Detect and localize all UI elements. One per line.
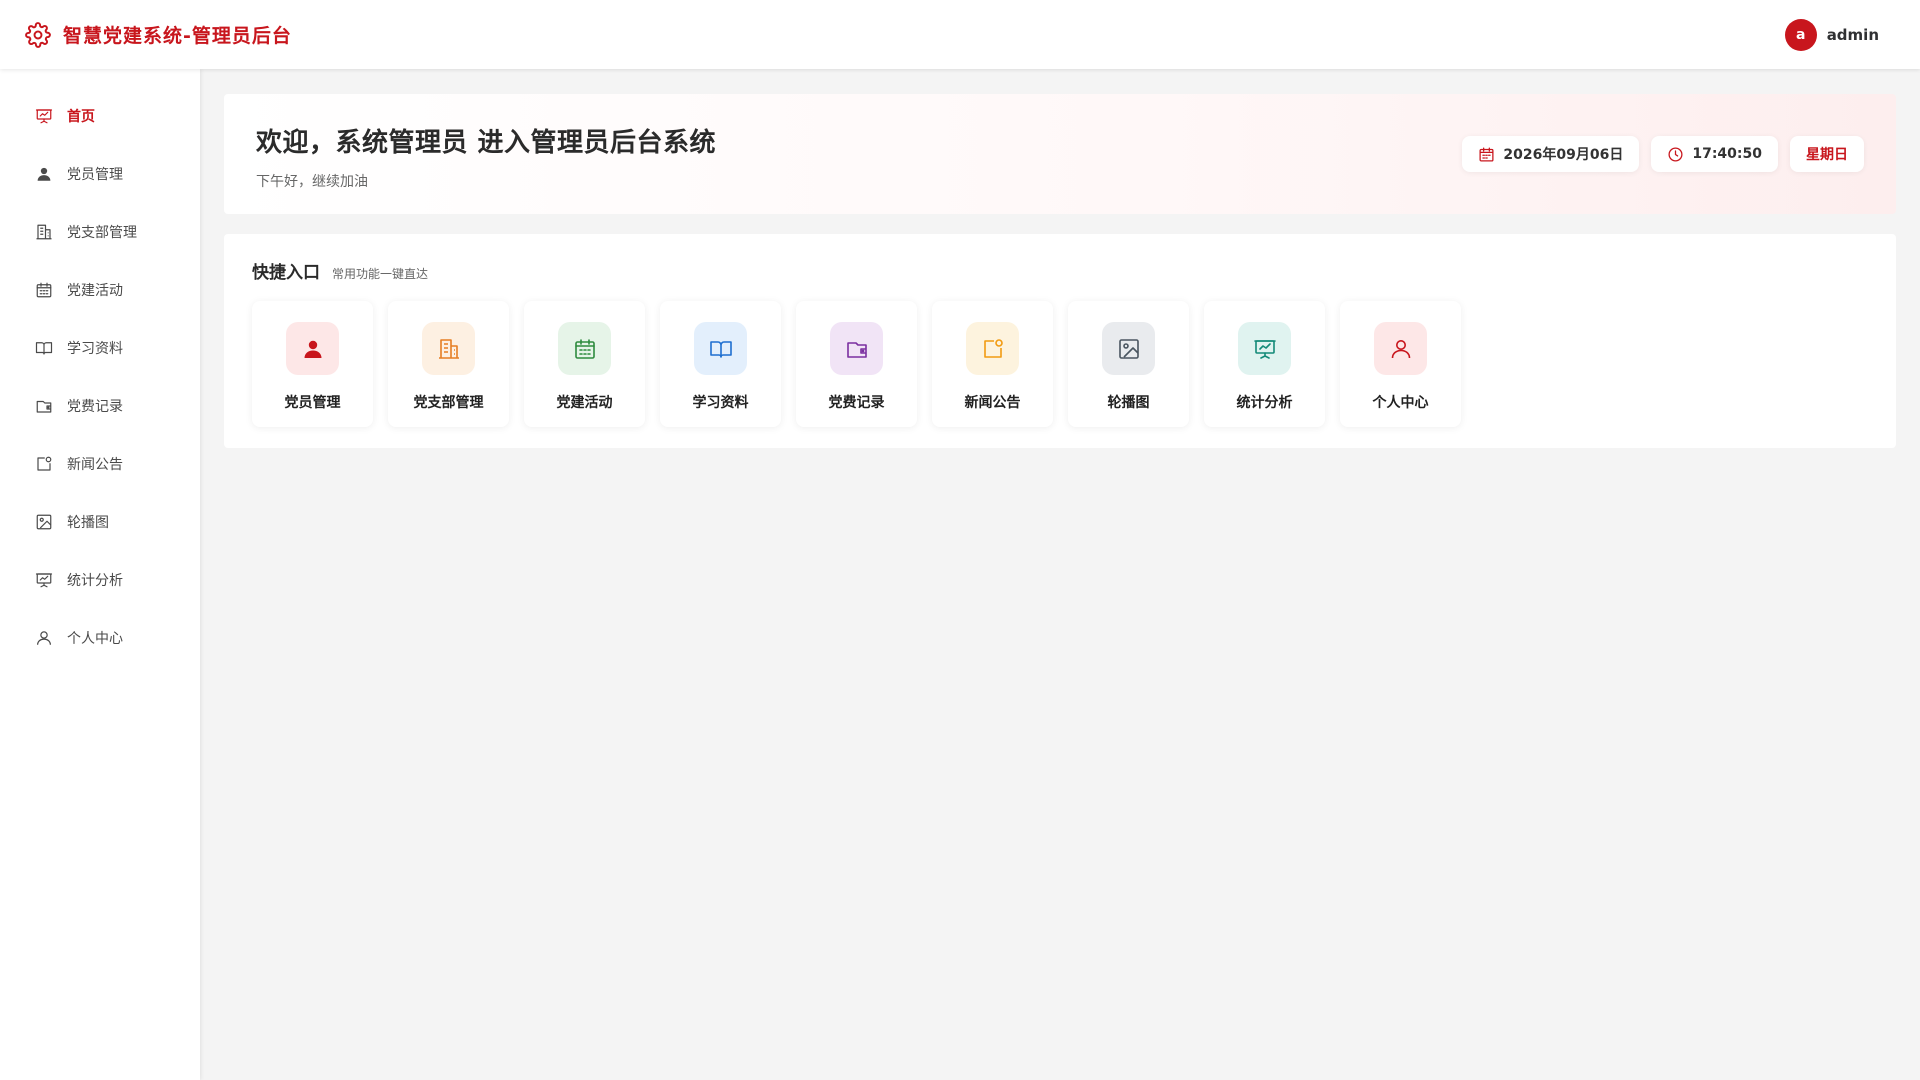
presentation-chart-icon — [35, 109, 53, 124]
user-outline-icon — [37, 631, 51, 645]
calendar-icon — [574, 338, 595, 359]
sidebar-item-branches[interactable]: 党支部管理 — [0, 203, 200, 261]
quick-card-icon-box — [966, 322, 1019, 375]
user-icon — [304, 340, 321, 358]
sidebar-item-label: 新闻公告 — [67, 457, 123, 473]
sidebar-item-label: 统计分析 — [67, 573, 123, 589]
quick-card-statistics[interactable]: 统计分析 — [1204, 301, 1325, 427]
datetime-chips: 2026年09月06日 17:40:50 星期日 — [1462, 136, 1864, 172]
quick-card-members[interactable]: 党员管理 — [252, 301, 373, 427]
avatar[interactable]: a — [1784, 18, 1817, 51]
image-icon — [36, 514, 52, 530]
quick-card-label: 学习资料 — [692, 395, 749, 411]
welcome-banner: 欢迎，系统管理员 进入管理员后台系统 下午好，继续加油 2026年09月06日 … — [224, 94, 1896, 214]
user-menu[interactable]: a admin — [1784, 18, 1879, 51]
quick-access-subtitle: 常用功能一键直达 — [332, 267, 429, 281]
quick-card-icon-box — [422, 322, 475, 375]
calendar-icon — [36, 282, 52, 298]
presentation-chart-icon — [35, 573, 53, 588]
image-icon — [1118, 338, 1139, 359]
top-header: 智慧党建系统-管理员后台 a admin — [0, 0, 1920, 69]
quick-card-icon-box — [1238, 322, 1291, 375]
clock-icon — [1668, 146, 1683, 162]
presentation-chart-icon — [1253, 339, 1276, 359]
sidebar-item-statistics[interactable]: 统计分析 — [0, 551, 200, 609]
sidebar-item-label: 党费记录 — [67, 399, 123, 415]
sidebar-item-members[interactable]: 党员管理 — [0, 145, 200, 203]
welcome-subtitle: 下午好，继续加油 — [256, 174, 368, 190]
weekday-text: 星期日 — [1806, 147, 1848, 163]
sidebar-item-label: 首页 — [67, 109, 95, 125]
quick-access-panel: 快捷入口 常用功能一键直达 党员管理 党支部管理 党建活动 学习资料 党费记录 … — [224, 234, 1896, 448]
notice-icon — [983, 338, 1003, 358]
brand[interactable]: 智慧党建系统-管理员后台 — [25, 21, 292, 48]
user-icon — [37, 167, 51, 181]
quick-card-news[interactable]: 新闻公告 — [932, 301, 1053, 427]
wallet-icon — [846, 341, 867, 358]
sidebar-item-profile[interactable]: 个人中心 — [0, 609, 200, 667]
sidebar: 首页 党员管理 党支部管理 党建活动 学习资料 党费记录 新闻公告 轮播图 统计… — [0, 69, 200, 1080]
quick-card-icon-box — [694, 322, 747, 375]
sidebar-item-carousel[interactable]: 轮播图 — [0, 493, 200, 551]
app-title: 智慧党建系统-管理员后台 — [63, 25, 292, 47]
quick-card-carousel[interactable]: 轮播图 — [1068, 301, 1189, 427]
sidebar-item-home[interactable]: 首页 — [0, 87, 200, 145]
date-text: 2026年09月06日 — [1503, 147, 1624, 163]
gear-icon — [25, 21, 51, 48]
building-icon — [36, 224, 52, 240]
sidebar-item-label: 党支部管理 — [67, 225, 137, 241]
sidebar-item-materials[interactable]: 学习资料 — [0, 319, 200, 377]
book-icon — [35, 342, 53, 355]
quick-access-title: 快捷入口 — [252, 263, 320, 283]
sidebar-item-activities[interactable]: 党建活动 — [0, 261, 200, 319]
book-icon — [709, 340, 732, 358]
quick-card-label: 党员管理 — [284, 395, 341, 411]
notice-icon — [37, 456, 52, 471]
quick-card-icon-box — [558, 322, 611, 375]
time-chip: 17:40:50 — [1651, 136, 1778, 172]
quick-card-icon-box — [1374, 322, 1427, 375]
quick-card-dues[interactable]: 党费记录 — [796, 301, 917, 427]
sidebar-item-label: 学习资料 — [67, 341, 123, 357]
calendar-icon — [1479, 146, 1494, 162]
quick-access-cards: 党员管理 党支部管理 党建活动 学习资料 党费记录 新闻公告 轮播图 统计分析 … — [252, 301, 1868, 427]
quick-card-label: 党建活动 — [556, 395, 613, 411]
sidebar-item-label: 轮播图 — [67, 515, 109, 531]
quick-card-materials[interactable]: 学习资料 — [660, 301, 781, 427]
quick-card-branches[interactable]: 党支部管理 — [388, 301, 509, 427]
username[interactable]: admin — [1827, 26, 1879, 44]
quick-card-label: 新闻公告 — [964, 395, 1021, 411]
quick-card-label: 个人中心 — [1372, 395, 1429, 411]
quick-card-icon-box — [286, 322, 339, 375]
quick-card-icon-box — [830, 322, 883, 375]
building-icon — [438, 338, 459, 359]
weekday-chip: 星期日 — [1790, 136, 1864, 172]
sidebar-item-dues[interactable]: 党费记录 — [0, 377, 200, 435]
quick-card-label: 党费记录 — [828, 395, 885, 411]
quick-access-header: 快捷入口 常用功能一键直达 — [252, 258, 1868, 283]
quick-card-icon-box — [1102, 322, 1155, 375]
time-text: 17:40:50 — [1692, 146, 1762, 162]
sidebar-item-label: 党建活动 — [67, 283, 123, 299]
quick-card-activities[interactable]: 党建活动 — [524, 301, 645, 427]
user-outline-icon — [1391, 339, 1410, 358]
quick-card-label: 轮播图 — [1107, 395, 1150, 411]
sidebar-item-label: 党员管理 — [67, 167, 123, 183]
date-chip: 2026年09月06日 — [1462, 136, 1640, 172]
sidebar-item-news[interactable]: 新闻公告 — [0, 435, 200, 493]
sidebar-item-label: 个人中心 — [67, 631, 123, 647]
quick-card-label: 党支部管理 — [413, 395, 484, 411]
quick-card-profile[interactable]: 个人中心 — [1340, 301, 1461, 427]
quick-card-label: 统计分析 — [1236, 395, 1293, 411]
wallet-icon — [36, 400, 52, 413]
